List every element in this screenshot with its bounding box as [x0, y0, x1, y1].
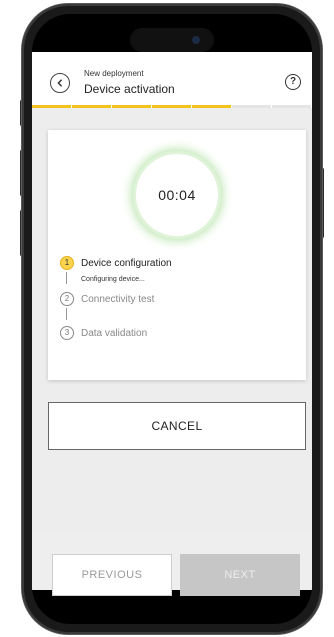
timer-value: 00:04 [158, 187, 196, 203]
progress-segment [272, 105, 311, 108]
progress-bar [32, 105, 312, 108]
help-button[interactable]: ? [285, 74, 301, 90]
activation-card: 00:04 1 Device configuration Configuring… [48, 130, 306, 380]
header-supertitle: New deployment [84, 69, 144, 78]
progress-segment [232, 105, 271, 108]
step-connector [66, 308, 67, 320]
step-label: Device configuration [81, 257, 172, 269]
timer-ring: 00:04 [136, 154, 218, 236]
step-connector [66, 272, 67, 284]
step-device-configuration: 1 Device configuration Configuring devic… [60, 256, 172, 283]
step-data-validation: 3 Data validation [60, 326, 147, 340]
app-viewport: New deployment Device activation ? 00:04… [32, 52, 312, 596]
step-number: 2 [60, 292, 74, 306]
phone-frame: New deployment Device activation ? 00:04… [22, 4, 322, 634]
progress-segment [112, 105, 151, 108]
step-label: Connectivity test [81, 293, 155, 305]
page-title: Device activation [84, 82, 175, 96]
dynamic-island [130, 28, 214, 52]
cancel-button[interactable]: CANCEL [48, 402, 306, 450]
front-camera [192, 36, 200, 44]
next-button[interactable]: NEXT [180, 554, 300, 596]
footer-nav: PREVIOUS NEXT [32, 534, 312, 596]
previous-button[interactable]: PREVIOUS [52, 554, 172, 596]
back-button[interactable] [50, 73, 70, 93]
progress-segment [32, 105, 71, 108]
step-number: 3 [60, 326, 74, 340]
help-circle-icon: ? [289, 76, 297, 87]
phone-screen: New deployment Device activation ? 00:04… [32, 14, 312, 624]
progress-segment [152, 105, 191, 108]
chevron-left-icon [57, 79, 63, 87]
progress-segment [192, 105, 231, 108]
step-number: 1 [60, 256, 74, 270]
step-label: Data validation [81, 327, 148, 339]
progress-segment [72, 105, 111, 108]
step-connectivity-test: 2 Connectivity test [60, 292, 154, 306]
step-status: Configuring device... [81, 276, 145, 283]
app-header: New deployment Device activation ? [32, 52, 312, 108]
